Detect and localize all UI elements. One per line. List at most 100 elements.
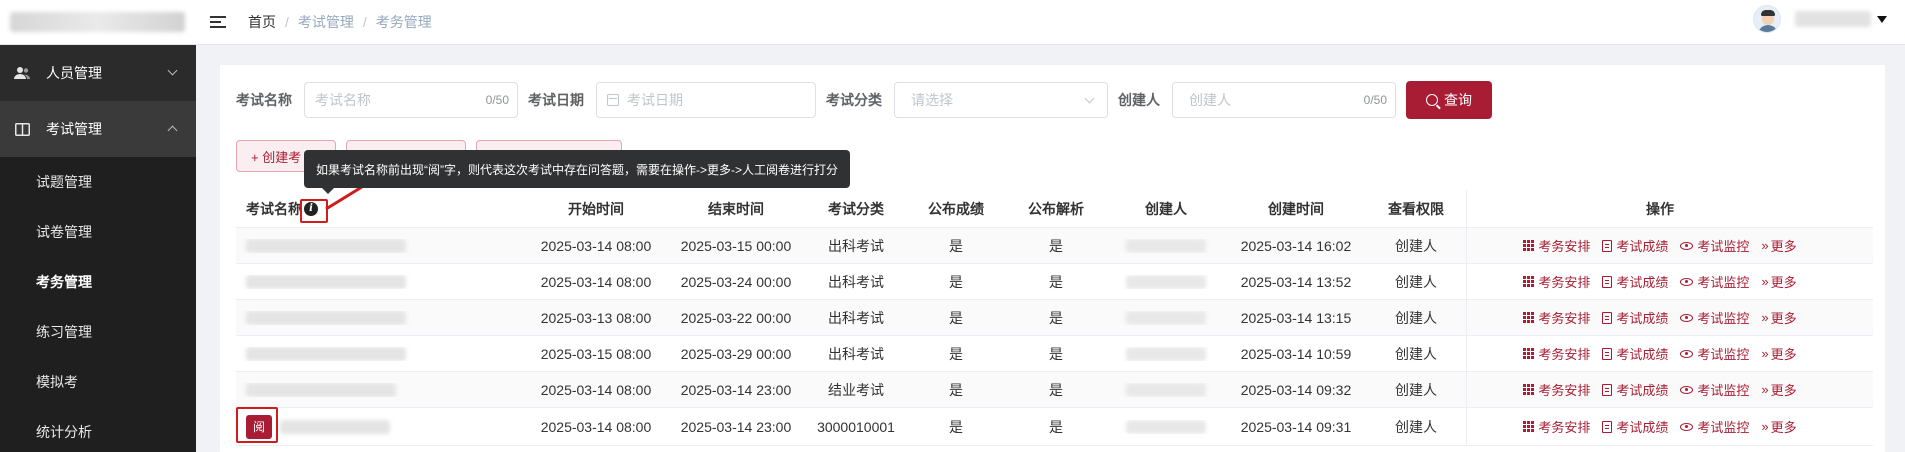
end-time-cell: 2025-03-24 00:00 bbox=[680, 273, 792, 290]
breadcrumb-home[interactable]: 首页 bbox=[248, 12, 276, 32]
hamburger-menu-icon[interactable] bbox=[210, 11, 232, 33]
exam-monitor-link[interactable]: 考试监控 bbox=[1680, 344, 1749, 363]
publish-analysis-cell: 是 bbox=[1049, 418, 1063, 435]
grid-icon bbox=[1523, 276, 1535, 287]
operation-cell: 考务安排 考试成绩 考试监控 » 更多 bbox=[1466, 228, 1853, 263]
exam-schedule-link[interactable]: 考务安排 bbox=[1523, 308, 1590, 327]
operation-cell: 考务安排 考试成绩 考试监控 » 更多 bbox=[1466, 300, 1853, 335]
creator-cell bbox=[1106, 310, 1226, 325]
exam-scores-link[interactable]: 考试成绩 bbox=[1602, 308, 1668, 327]
sidebar-group-personnel[interactable]: 人员管理 bbox=[0, 45, 196, 101]
end-time-cell: 2025-03-22 00:00 bbox=[680, 309, 792, 326]
exam-schedule-link[interactable]: 考务安排 bbox=[1523, 272, 1590, 291]
creator-cell bbox=[1106, 274, 1226, 289]
exam-category-label: 考试分类 bbox=[826, 92, 882, 108]
exam-schedule-link[interactable]: 考务安排 bbox=[1523, 344, 1590, 363]
exam-name-cell[interactable] bbox=[236, 382, 526, 397]
category-cell: 出科考试 bbox=[828, 273, 884, 290]
exam-date-label: 考试日期 bbox=[528, 92, 584, 108]
sidebar-item-question-management[interactable]: 试题管理 bbox=[0, 157, 196, 207]
creator-input[interactable]: 创建人 0/50 bbox=[1172, 82, 1396, 118]
start-time-cell: 2025-03-15 08:00 bbox=[540, 345, 652, 362]
exam-monitor-link[interactable]: 考试监控 bbox=[1680, 308, 1749, 327]
sidebar-item-statistics[interactable]: 统计分析 bbox=[0, 407, 196, 452]
breadcrumb-exam-management[interactable]: 考试管理 bbox=[298, 12, 354, 32]
end-time-cell: 2025-03-29 00:00 bbox=[680, 345, 792, 362]
publish-score-cell: 是 bbox=[949, 381, 963, 398]
sidebar-item-practice-management[interactable]: 练习管理 bbox=[0, 307, 196, 357]
caret-down-icon[interactable] bbox=[1877, 15, 1887, 23]
exam-name-cell[interactable] bbox=[236, 310, 526, 325]
col-permission: 查看权限 bbox=[1388, 200, 1444, 217]
exam-category-select[interactable]: 请选择 bbox=[894, 82, 1108, 118]
publish-analysis-cell: 是 bbox=[1049, 237, 1063, 254]
end-time-cell: 2025-03-14 23:00 bbox=[680, 418, 792, 435]
creator-redacted bbox=[1126, 238, 1206, 253]
exam-schedule-link[interactable]: 考务安排 bbox=[1523, 236, 1590, 255]
chevron-up-icon bbox=[167, 125, 178, 136]
more-link[interactable]: » 更多 bbox=[1761, 272, 1796, 291]
exam-scores-link[interactable]: 考试成绩 bbox=[1602, 417, 1668, 436]
exam-name-cell[interactable] bbox=[236, 274, 526, 289]
exam-scores-link[interactable]: 考试成绩 bbox=[1602, 236, 1668, 255]
category-cell: 出科考试 bbox=[828, 309, 884, 326]
start-time-cell: 2025-03-14 08:00 bbox=[540, 273, 652, 290]
creator-cell bbox=[1106, 419, 1226, 434]
publish-score-cell: 是 bbox=[949, 418, 963, 435]
col-end-time: 结束时间 bbox=[708, 200, 764, 217]
creator-cell bbox=[1106, 238, 1226, 253]
exam-name-cell[interactable]: 阅 bbox=[236, 414, 526, 439]
char-counter: 0/50 bbox=[485, 93, 509, 107]
permission-cell: 创建人 bbox=[1395, 309, 1437, 326]
table-row[interactable]: 阅 2025-03-14 08:00 2025-03-14 23:00 3000… bbox=[236, 408, 1873, 446]
table-row[interactable]: 2025-03-14 08:00 2025-03-15 00:00 出科考试 是… bbox=[236, 228, 1873, 264]
exam-name-input[interactable]: 考试名称 0/50 bbox=[304, 82, 518, 118]
sidebar-item-exam-affairs[interactable]: 考务管理 bbox=[0, 257, 196, 307]
creator-label: 创建人 bbox=[1118, 92, 1160, 108]
exam-scores-link[interactable]: 考试成绩 bbox=[1602, 380, 1668, 399]
creator-redacted bbox=[1126, 346, 1206, 361]
exam-schedule-link[interactable]: 考务安排 bbox=[1523, 380, 1590, 399]
document-icon bbox=[1602, 420, 1613, 433]
document-icon bbox=[1602, 239, 1613, 252]
double-chevron-right-icon: » bbox=[1761, 382, 1769, 397]
col-publish-analysis: 公布解析 bbox=[1028, 200, 1084, 217]
table-row[interactable]: 2025-03-14 08:00 2025-03-24 00:00 出科考试 是… bbox=[236, 264, 1873, 300]
creator-redacted bbox=[1126, 419, 1206, 434]
user-menu[interactable] bbox=[1753, 5, 1887, 33]
exam-monitor-link[interactable]: 考试监控 bbox=[1680, 272, 1749, 291]
col-category: 考试分类 bbox=[828, 200, 884, 217]
exam-monitor-link[interactable]: 考试监控 bbox=[1680, 380, 1749, 399]
permission-cell: 创建人 bbox=[1395, 418, 1437, 435]
exam-name-redacted bbox=[280, 419, 390, 434]
exam-name-redacted bbox=[246, 238, 406, 253]
app-logo[interactable] bbox=[0, 0, 196, 45]
more-link[interactable]: » 更多 bbox=[1761, 380, 1796, 399]
sidebar-item-paper-management[interactable]: 试卷管理 bbox=[0, 207, 196, 257]
operation-cell: 考务安排 考试成绩 考试监控 » 更多 bbox=[1466, 408, 1853, 445]
breadcrumb-current: 考务管理 bbox=[375, 14, 432, 30]
avatar[interactable] bbox=[1753, 5, 1781, 33]
table-row[interactable]: 2025-03-13 08:00 2025-03-22 00:00 出科考试 是… bbox=[236, 300, 1873, 336]
sidebar-item-mock-exam[interactable]: 模拟考 bbox=[0, 357, 196, 407]
exam-monitor-link[interactable]: 考试监控 bbox=[1680, 236, 1749, 255]
exam-scores-link[interactable]: 考试成绩 bbox=[1602, 344, 1668, 363]
exam-monitor-link[interactable]: 考试监控 bbox=[1680, 417, 1749, 436]
table-row[interactable]: 2025-03-14 08:00 2025-03-14 23:00 结业考试 是… bbox=[236, 372, 1873, 408]
exam-name-cell[interactable] bbox=[236, 238, 526, 253]
category-cell: 出科考试 bbox=[828, 345, 884, 362]
exam-scores-link[interactable]: 考试成绩 bbox=[1602, 272, 1668, 291]
publish-analysis-cell: 是 bbox=[1049, 345, 1063, 362]
exam-date-picker[interactable]: 考试日期 bbox=[596, 82, 816, 118]
more-link[interactable]: » 更多 bbox=[1761, 236, 1796, 255]
created-time-cell: 2025-03-14 16:02 bbox=[1240, 237, 1352, 254]
created-time-cell: 2025-03-14 09:31 bbox=[1240, 418, 1352, 435]
exam-schedule-link[interactable]: 考务安排 bbox=[1523, 417, 1590, 436]
more-link[interactable]: » 更多 bbox=[1761, 417, 1796, 436]
table-row[interactable]: 2025-03-15 08:00 2025-03-29 00:00 出科考试 是… bbox=[236, 336, 1873, 372]
more-link[interactable]: » 更多 bbox=[1761, 308, 1796, 327]
query-button[interactable]: 查询 bbox=[1406, 81, 1492, 119]
more-link[interactable]: » 更多 bbox=[1761, 344, 1796, 363]
sidebar-group-exam[interactable]: 考试管理 bbox=[0, 101, 196, 157]
exam-name-cell[interactable] bbox=[236, 346, 526, 361]
